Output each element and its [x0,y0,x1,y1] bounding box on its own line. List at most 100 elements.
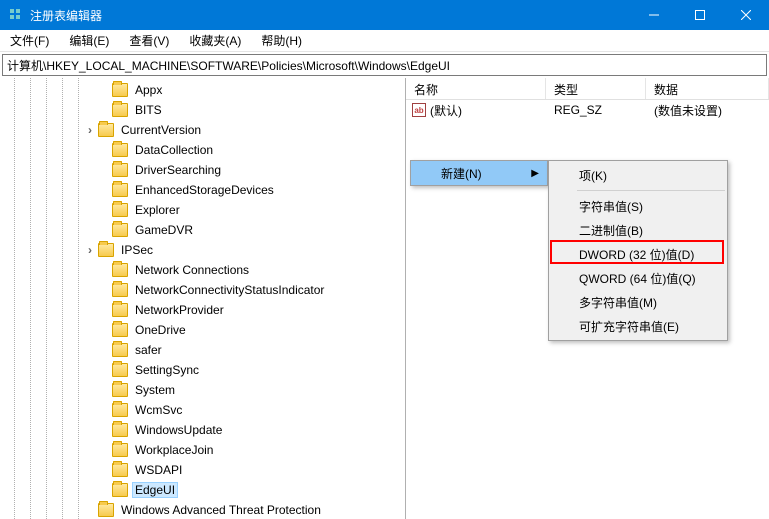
menu-separator [577,190,725,191]
list-row[interactable]: ab(默认) REG_SZ (数值未设置) [406,100,769,120]
tree-label: NetworkConnectivityStatusIndicator [132,282,327,298]
maximize-button[interactable] [677,0,723,30]
address-text: 计算机\HKEY_LOCAL_MACHINE\SOFTWARE\Policies… [7,57,450,74]
tree-pane[interactable]: Appx BITS CurrentVersion DataCollection Driv… [0,78,406,519]
tree-item[interactable]: Network Connections [6,260,405,280]
folder-icon [112,283,128,297]
tree-item[interactable]: Appx [6,80,405,100]
tree-item[interactable]: OneDrive [6,320,405,340]
folder-icon [112,143,128,157]
tree-item[interactable]: NetworkProvider [6,300,405,320]
folder-icon [112,203,128,217]
tree-item[interactable]: CurrentVersion [6,120,405,140]
tree-label: SettingSync [132,362,202,378]
ctx-key[interactable]: 项(K) [549,163,727,187]
tree-item[interactable]: BITS [6,100,405,120]
value-name: (默认) [430,102,462,119]
menu-edit[interactable]: 编辑(E) [65,30,113,51]
folder-icon [112,443,128,457]
tree-item[interactable]: DriverSearching [6,160,405,180]
title-bar: 注册表编辑器 [0,0,769,30]
tree-label: WSDAPI [132,462,185,478]
folder-icon [112,183,128,197]
context-menu: 新建(N) ▶ [410,160,548,186]
tree-label: DataCollection [132,142,216,158]
list-header: 名称 类型 数据 [406,78,769,100]
tree-label: Network Connections [132,262,252,278]
expander-icon[interactable] [84,124,96,136]
tree-item[interactable]: GameDVR [6,220,405,240]
tree-item[interactable]: EdgeUI [6,480,405,500]
folder-icon [98,123,114,137]
tree-item[interactable]: EnhancedStorageDevices [6,180,405,200]
tree-label: CurrentVersion [118,122,204,138]
tree-item[interactable]: WindowsUpdate [6,420,405,440]
tree-label: GameDVR [132,222,196,238]
tree-label: OneDrive [132,322,189,338]
folder-icon [112,343,128,357]
folder-icon [112,83,128,97]
folder-icon [112,483,128,497]
tree-item[interactable]: SettingSync [6,360,405,380]
menu-bar: 文件(F) 编辑(E) 查看(V) 收藏夹(A) 帮助(H) [0,30,769,52]
app-icon [8,7,24,23]
menu-view[interactable]: 查看(V) [125,30,173,51]
folder-icon [112,403,128,417]
tree-item[interactable]: Explorer [6,200,405,220]
ctx-binary[interactable]: 二进制值(B) [549,218,727,242]
folder-icon [112,463,128,477]
ctx-multi[interactable]: 多字符串值(M) [549,290,727,314]
window-title: 注册表编辑器 [30,7,631,24]
col-data[interactable]: 数据 [646,78,769,99]
address-bar[interactable]: 计算机\HKEY_LOCAL_MACHINE\SOFTWARE\Policies… [2,54,767,76]
folder-icon [112,323,128,337]
ctx-new[interactable]: 新建(N) ▶ [411,161,547,185]
folder-icon [112,103,128,117]
tree-label: WcmSvc [132,402,185,418]
col-type[interactable]: 类型 [546,78,646,99]
menu-help[interactable]: 帮助(H) [257,30,306,51]
tree-label: Explorer [132,202,183,218]
menu-file[interactable]: 文件(F) [6,30,53,51]
tree-item[interactable]: WorkplaceJoin [6,440,405,460]
tree-label: Windows Advanced Threat Protection [118,502,324,518]
close-button[interactable] [723,0,769,30]
folder-icon [112,423,128,437]
tree-item[interactable]: WSDAPI [6,460,405,480]
tree-item[interactable]: System [6,380,405,400]
folder-icon [98,243,114,257]
value-type: REG_SZ [546,103,646,117]
context-submenu: 项(K) 字符串值(S) 二进制值(B) DWORD (32 位)值(D) QW… [548,160,728,341]
tree-label: EdgeUI [132,482,178,498]
tree-item[interactable]: DataCollection [6,140,405,160]
submenu-arrow-icon: ▶ [531,168,539,179]
minimize-button[interactable] [631,0,677,30]
tree-label: NetworkProvider [132,302,227,318]
value-data: (数值未设置) [646,102,769,119]
ctx-qword[interactable]: QWORD (64 位)值(Q) [549,266,727,290]
tree-item[interactable]: IPSec [6,240,405,260]
tree-item[interactable]: safer [6,340,405,360]
ctx-expand[interactable]: 可扩充字符串值(E) [549,314,727,338]
tree-label: DriverSearching [132,162,224,178]
ctx-new-label: 新建(N) [441,165,482,182]
ctx-string[interactable]: 字符串值(S) [549,194,727,218]
tree-label: IPSec [118,242,156,258]
folder-icon [112,303,128,317]
folder-icon [112,383,128,397]
expander-icon[interactable] [84,244,96,256]
tree-label: System [132,382,178,398]
tree-label: BITS [132,102,165,118]
col-name[interactable]: 名称 [406,78,546,99]
tree-label: EnhancedStorageDevices [132,182,277,198]
folder-icon [112,223,128,237]
folder-icon [98,503,114,517]
tree-item[interactable]: WcmSvc [6,400,405,420]
tree-label: WorkplaceJoin [132,442,216,458]
menu-favorites[interactable]: 收藏夹(A) [185,30,245,51]
ctx-dword[interactable]: DWORD (32 位)值(D) [549,242,727,266]
tree-label: WindowsUpdate [132,422,225,438]
tree-label: safer [132,342,165,358]
tree-item[interactable]: Windows Advanced Threat Protection [6,500,405,519]
tree-item[interactable]: NetworkConnectivityStatusIndicator [6,280,405,300]
